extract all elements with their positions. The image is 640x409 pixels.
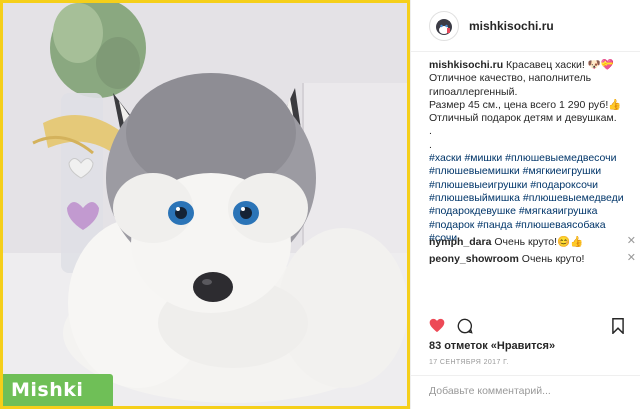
- post-actions: [429, 318, 629, 338]
- comment-text: Очень круто!😊👍: [491, 236, 584, 248]
- post-photo[interactable]: Mishki #1: [0, 0, 410, 409]
- speech-bubble-icon[interactable]: [457, 318, 473, 339]
- hashtag-line[interactable]: #плюшевыймишка #плюшевыемедведи: [429, 192, 629, 205]
- caption-line: гипоаллергенный.: [429, 85, 518, 98]
- close-icon[interactable]: ✕: [627, 252, 636, 265]
- instagram-post: Mishki #1 mishkisochi.ru mishkisochi.ru …: [0, 0, 640, 409]
- husky-plush-illustration: [3, 3, 407, 406]
- caption-line: Размер 45 см., цена всего 1 290 руб!👍: [429, 98, 622, 111]
- husky-avatar-icon[interactable]: [429, 10, 459, 41]
- post-caption: mishkisochi.ru Красавец хаски! 🐶💝 Отличн…: [429, 59, 629, 245]
- hashtag-line[interactable]: #подарок #панда #плюшеваясобака: [429, 219, 629, 232]
- hashtag-line[interactable]: #плюшевыемишки #мягкиеигрушки: [429, 165, 629, 178]
- likes-count[interactable]: 83 отметок «Нравится»: [429, 340, 555, 352]
- post-date: 17 СЕНТЯБРЯ 2017 Г.: [429, 359, 509, 366]
- close-icon[interactable]: ✕: [627, 235, 636, 248]
- post-sidebar: mishkisochi.ru mishkisochi.ru Красавец х…: [410, 0, 640, 409]
- post-header: mishkisochi.ru: [411, 0, 640, 52]
- caption-line: Отличный подарок детям и девушкам.: [429, 112, 617, 125]
- hashtag-line[interactable]: #подарокдевушке #мягкаяигрушка: [429, 205, 629, 218]
- bookmark-icon[interactable]: [612, 318, 624, 339]
- comment-text: Очень круто!: [518, 253, 585, 265]
- comment-input[interactable]: [429, 376, 609, 406]
- header-username[interactable]: mishkisochi.ru: [469, 19, 554, 33]
- caption-line: .: [429, 125, 432, 138]
- caption-line: mishkisochi.ru Красавец хаски! 🐶💝: [429, 59, 629, 72]
- caption-text: Красавец хаски! 🐶💝: [503, 59, 614, 71]
- comment-item: peony_showroom Очень круто! ✕: [429, 252, 636, 266]
- caption-line: Отличное качество, наполнитель: [429, 72, 592, 85]
- add-comment-bar: [411, 375, 640, 409]
- comment-item: nymph_dara Очень круто!😊👍 ✕: [429, 235, 636, 249]
- comment-username[interactable]: nymph_dara: [429, 236, 491, 248]
- caption-line: .: [429, 138, 432, 151]
- watermark-label: Mishki #1: [3, 374, 113, 406]
- heart-filled-icon[interactable]: [429, 318, 445, 338]
- hashtag-line[interactable]: #плюшевыеигрушки #подарoксочи: [429, 179, 629, 192]
- hashtag-line[interactable]: #хаски #мишки #плюшевыемедвесочи: [429, 152, 629, 165]
- caption-username[interactable]: mishkisochi.ru: [429, 59, 503, 71]
- comment-username[interactable]: peony_showroom: [429, 253, 519, 265]
